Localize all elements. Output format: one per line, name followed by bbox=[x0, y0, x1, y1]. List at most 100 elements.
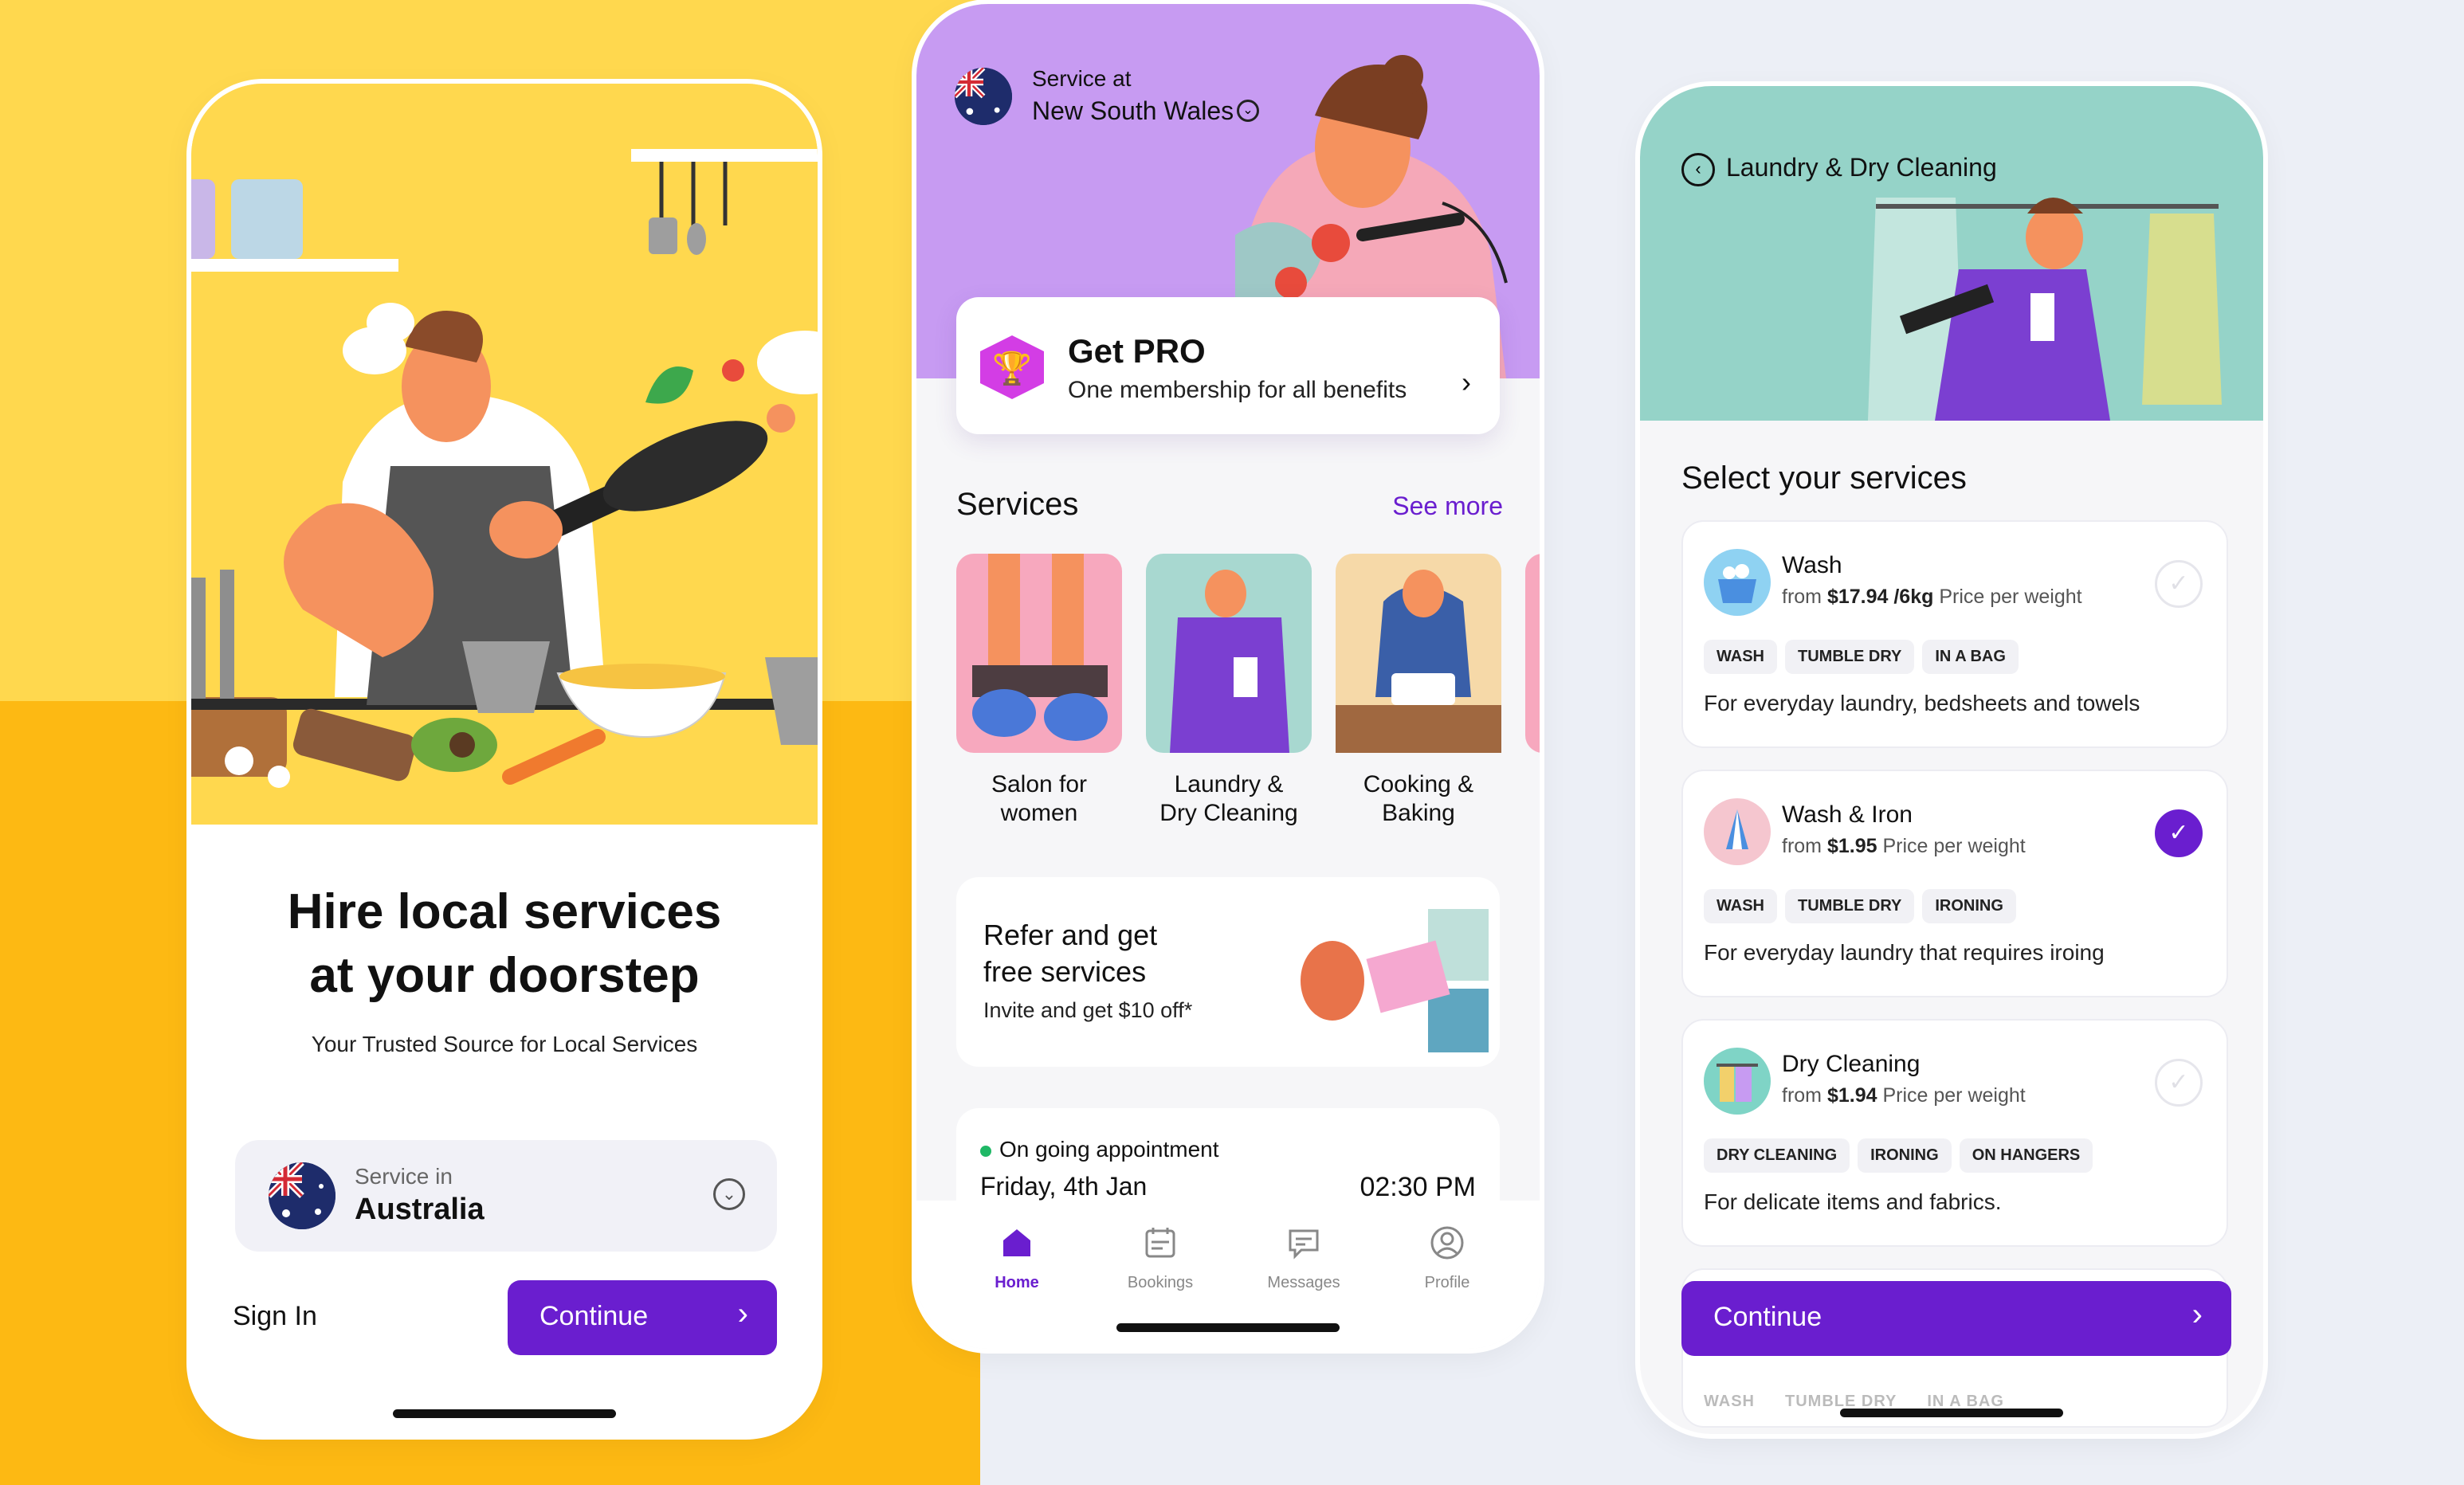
home-screen: Service at New South Wales ⌄ 🏆 Get PRO O… bbox=[916, 4, 1540, 1349]
refer-subtitle: Invite and get $10 off* bbox=[983, 998, 1193, 1022]
iron-icon bbox=[1704, 798, 1771, 865]
tab-messages[interactable]: Messages bbox=[1248, 1224, 1360, 1292]
option-tag: IN A BAG bbox=[1922, 640, 2019, 674]
gift-illustration bbox=[1301, 909, 1489, 1052]
back-icon[interactable]: ‹ bbox=[1681, 153, 1715, 186]
laundry-illustration bbox=[1146, 554, 1312, 753]
service-label-line-1: Laundry & bbox=[1174, 771, 1284, 797]
pro-title: Get PRO bbox=[1068, 332, 1206, 370]
option-name: Wash bbox=[1782, 552, 1842, 578]
faded-tag: IN A BAG bbox=[1927, 1393, 2004, 1410]
see-more-link[interactable]: See more bbox=[1392, 492, 1503, 521]
region-selector[interactable]: New South Wales bbox=[1032, 96, 1234, 126]
hanger-clothes-icon bbox=[1704, 1048, 1771, 1115]
laundry-service-screen: ‹ Laundry & Dry Cleaning Select your ser… bbox=[1640, 86, 2263, 1434]
chevron-right-icon: › bbox=[1462, 366, 1471, 398]
faded-tag: WASH bbox=[1704, 1393, 1755, 1410]
hero-subtitle: Your Trusted Source for Local Services bbox=[311, 1032, 698, 1056]
australia-flag-icon bbox=[269, 1162, 335, 1229]
status-dot-icon bbox=[980, 1146, 991, 1157]
price-prefix: from bbox=[1782, 835, 1822, 857]
option-tags: DRY CLEANING IRONING ON HANGERS bbox=[1704, 1138, 2101, 1173]
home-indicator bbox=[1116, 1323, 1340, 1332]
hero-title: Hire local services at your doorstep bbox=[191, 880, 818, 1008]
cooking-illustration bbox=[1336, 554, 1501, 753]
chevron-right-icon: › bbox=[737, 1296, 748, 1331]
service-label-line-1: Cooking & bbox=[1363, 771, 1474, 797]
tab-home-label: Home bbox=[995, 1274, 1039, 1291]
option-description: For delicate items and fabrics. bbox=[1704, 1189, 2002, 1214]
chevron-down-icon[interactable]: ⌄ bbox=[1237, 100, 1259, 122]
option-description: For everyday laundry, bedsheets and towe… bbox=[1704, 691, 2140, 715]
tab-home[interactable]: Home bbox=[961, 1224, 1073, 1292]
faded-tag: TUMBLE DRY bbox=[1785, 1393, 1897, 1410]
country-label: Service in bbox=[355, 1164, 453, 1189]
get-pro-card[interactable]: 🏆 Get PRO One membership for all benefit… bbox=[956, 297, 1500, 434]
calendar-icon bbox=[1145, 1228, 1175, 1258]
country-value: Australia bbox=[355, 1193, 485, 1226]
refer-title-line-2: free services bbox=[983, 955, 1147, 988]
appointment-date: Friday, 4th Jan bbox=[980, 1172, 1148, 1201]
option-tags: WASH TUMBLE DRY IN A BAG bbox=[1704, 640, 2027, 674]
price-value: $17.94 /6kg bbox=[1826, 586, 1934, 608]
option-tag: WASH bbox=[1704, 889, 1777, 923]
tab-bookings[interactable]: Bookings bbox=[1104, 1224, 1216, 1292]
appointment-status-label: On going appointment bbox=[999, 1137, 1219, 1162]
chat-icon bbox=[1289, 1229, 1319, 1260]
services-heading: Services bbox=[956, 487, 1079, 522]
bottom-tab-bar: Home Bookings Messages Profile bbox=[916, 1201, 1540, 1349]
option-tag: IRONING bbox=[1858, 1138, 1952, 1173]
service-option-wash-iron[interactable]: Wash & Iron from $1.95 Price per weight … bbox=[1681, 770, 2228, 997]
select-checkbox[interactable]: ✓ bbox=[2155, 1059, 2203, 1107]
pro-subtitle: One membership for all benefits bbox=[1068, 377, 1407, 403]
service-card-cooking[interactable]: Cooking & Baking bbox=[1336, 554, 1501, 828]
price-prefix: from bbox=[1782, 1084, 1822, 1107]
price-prefix: from bbox=[1782, 586, 1822, 608]
country-selector[interactable]: Service in Australia ⌄ bbox=[235, 1140, 777, 1252]
select-checkbox[interactable]: ✓ bbox=[2155, 560, 2203, 608]
home-icon bbox=[1003, 1229, 1030, 1256]
tab-profile[interactable]: Profile bbox=[1391, 1224, 1503, 1292]
chef-illustration bbox=[191, 84, 818, 825]
option-tag: WASH bbox=[1704, 640, 1777, 674]
chevron-down-icon: ⌄ bbox=[713, 1178, 745, 1210]
trophy-icon: 🏆 bbox=[980, 335, 1044, 399]
partial-service-illustration bbox=[1525, 554, 1540, 753]
washing-basket-icon bbox=[1704, 549, 1771, 616]
tab-profile-label: Profile bbox=[1424, 1274, 1470, 1291]
price-value: $1.95 bbox=[1826, 835, 1877, 857]
screen-title: Laundry & Dry Cleaning bbox=[1726, 153, 1997, 182]
price-value: $1.94 bbox=[1826, 1084, 1877, 1107]
home-indicator bbox=[1840, 1409, 2063, 1417]
refer-card[interactable]: Refer and get free services Invite and g… bbox=[956, 877, 1500, 1067]
service-option-wash[interactable]: Wash from $17.94 /6kg Price per weight ✓… bbox=[1681, 520, 2228, 748]
option-tag: TUMBLE DRY bbox=[1785, 640, 1915, 674]
continue-label: Continue bbox=[539, 1301, 649, 1331]
option-name: Wash & Iron bbox=[1782, 801, 1913, 828]
continue-button[interactable]: Continue › bbox=[1681, 1281, 2231, 1356]
continue-button[interactable]: Continue › bbox=[508, 1280, 777, 1355]
service-card-salon[interactable]: Salon for women bbox=[956, 554, 1122, 828]
hero-title-line-1: Hire local services bbox=[287, 884, 722, 939]
australia-flag-icon bbox=[955, 68, 1012, 125]
price-suffix: Price per weight bbox=[1939, 586, 2082, 608]
select-checkbox-checked[interactable]: ✓ bbox=[2155, 809, 2203, 857]
appointment-time: 02:30 PM bbox=[1360, 1172, 1476, 1202]
service-label-line-2: women bbox=[1000, 800, 1078, 826]
service-label-line-2: Dry Cleaning bbox=[1159, 800, 1298, 826]
appointment-status: On going appointment bbox=[980, 1137, 1219, 1162]
option-tag: TUMBLE DRY bbox=[1785, 889, 1915, 923]
option-name: Dry Cleaning bbox=[1782, 1051, 1921, 1077]
option-tags: WASH TUMBLE DRY IRONING bbox=[1704, 889, 2024, 923]
service-card-partial[interactable] bbox=[1525, 554, 1540, 753]
option-price: from $1.94 Price per weight bbox=[1782, 1084, 2026, 1107]
option-description: For everyday laundry that requires iroin… bbox=[1704, 940, 2105, 965]
service-card-laundry[interactable]: Laundry & Dry Cleaning bbox=[1146, 554, 1312, 828]
service-option-dry-cleaning[interactable]: Dry Cleaning from $1.94 Price per weight… bbox=[1681, 1019, 2228, 1247]
price-suffix: Price per weight bbox=[1882, 835, 2026, 857]
sign-in-link[interactable]: Sign In bbox=[233, 1301, 317, 1332]
salon-illustration bbox=[956, 554, 1122, 753]
laundry-header-illustration bbox=[1868, 198, 2222, 421]
price-suffix: Price per weight bbox=[1882, 1084, 2026, 1107]
service-at-label: Service at bbox=[1032, 66, 1132, 91]
